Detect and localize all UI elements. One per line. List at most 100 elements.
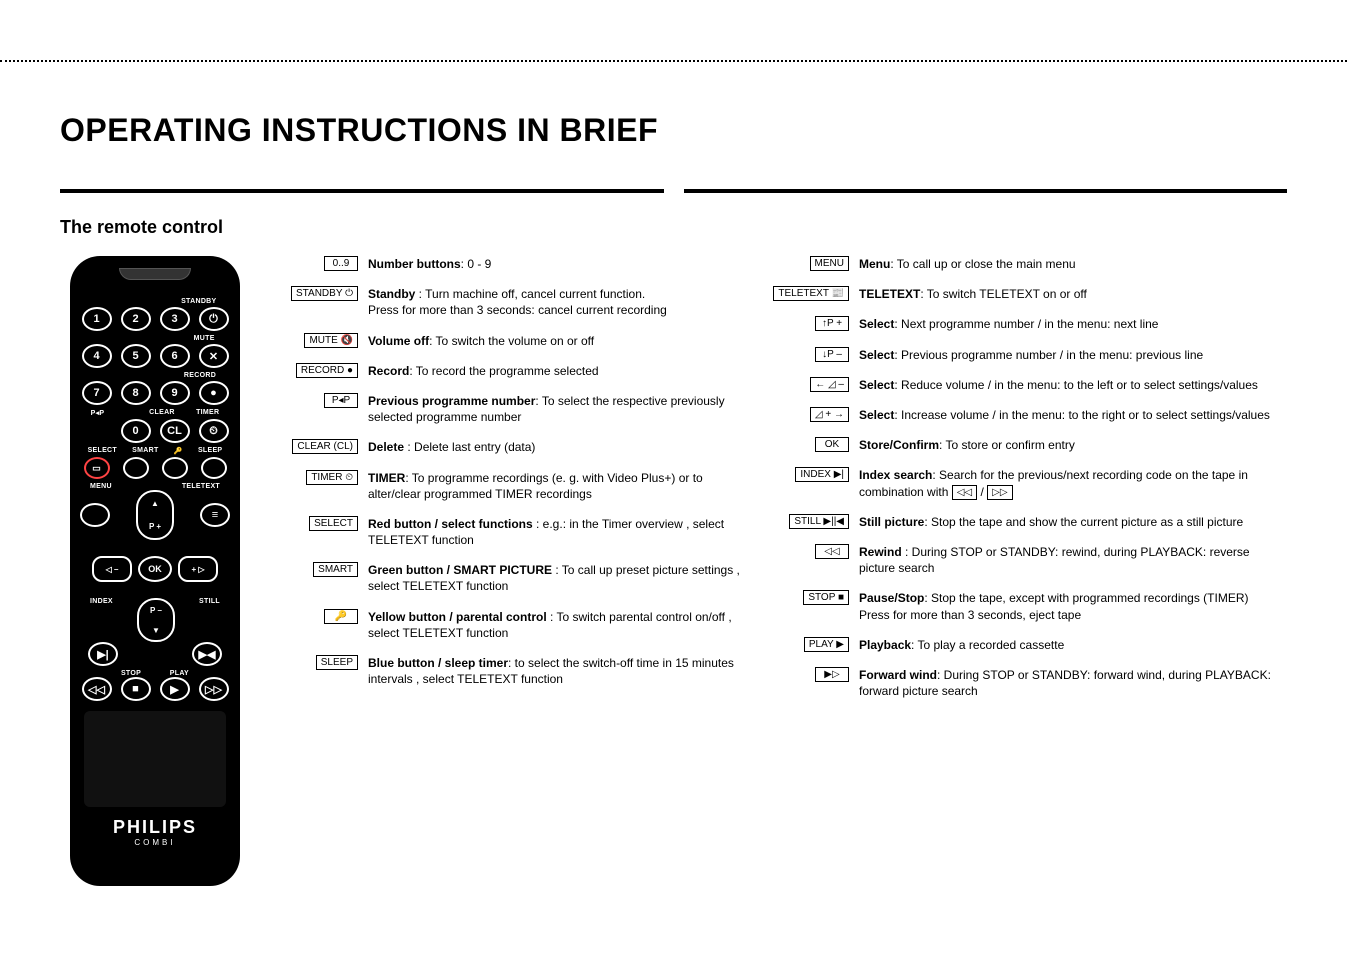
page-title: OPERATING INSTRUCTIONS IN BRIEF [60,112,1287,149]
description-title: Red button / select functions [368,517,533,531]
keycap: SLEEP [316,655,358,670]
right-row: ▶▷ Forward wind: During STOP or STANDBY: … [777,667,1287,699]
description-title: Playback [859,638,911,652]
description-text: Index search: Search for the previous/ne… [859,467,1287,500]
btn-fwd: ▷▷ [199,677,229,701]
label-menu: MENU [90,483,112,490]
btn-yellow [162,457,188,479]
description-text: Volume off: To switch the volume on or o… [368,333,594,349]
description-title: Pause/Stop [859,591,924,605]
dotted-rule [0,60,1347,62]
btn-p-down: P –▼ [137,598,175,642]
label-stop: STOP [121,670,141,677]
keycap: CLEAR (CL) [292,439,358,454]
right-row: INDEX ▶| Index search: Search for the pre… [777,467,1287,500]
description-text: Still picture: Stop the tape and show th… [859,514,1243,530]
btn-2: 2 [121,307,151,331]
description-text: Store/Confirm: To store or confirm entry [859,437,1075,453]
description-title: Blue button / sleep timer [368,656,508,670]
description-text: Select: Previous programme number / in t… [859,347,1203,363]
keycap: ▶▷ [815,667,849,682]
description-text: TIMER: To programme recordings (e. g. wi… [368,470,751,502]
description-text: Delete : Delete last entry (data) [368,439,535,455]
description-text: Playback: To play a recorded cassette [859,637,1064,653]
keycap: TELETEXT 📰 [773,286,849,301]
left-row: RECORD ●Record: To record the programme … [286,363,751,379]
remote-brand: PHILIPS [70,817,240,838]
description-title: TELETEXT [859,287,920,301]
label-sleep: SLEEP [198,447,222,455]
header-rules [60,189,1287,193]
description-text: Number buttons: 0 - 9 [368,256,491,272]
description-text: Standby : Turn machine off, cancel curre… [368,286,667,318]
btn-4: 4 [82,344,112,368]
description-title: Index search [859,468,932,482]
keycap: STOP ■ [803,590,849,605]
right-row: STOP ■Pause/Stop: Stop the tape, except … [777,590,1287,622]
description-title: Select [859,408,894,422]
right-row: TELETEXT 📰TELETEXT: To switch TELETEXT o… [777,286,1287,302]
description-text: Record: To record the programme selected [368,363,599,379]
label-still: STILL [199,598,220,642]
description-text: Select: Increase volume / in the menu: t… [859,407,1270,423]
left-row: CLEAR (CL) Delete : Delete last entry (da… [286,439,751,455]
description-text: Yellow button / parental control : To sw… [368,609,751,641]
keycap: SMART [313,562,358,577]
label-parental: 🔑 [174,447,183,455]
keycap: ↑P + [815,316,849,331]
label-standby: STANDBY [181,298,216,305]
description-title: Volume off [368,334,429,348]
description-title: Rewind [859,545,902,559]
right-descriptions: MENUMenu: To call up or close the main m… [777,256,1287,886]
description-text: Rewind : During STOP or STANDBY: rewind,… [859,544,1287,576]
keycap: PLAY ▶ [804,637,849,652]
description-title: TIMER [368,471,405,485]
keycap: SELECT [309,516,358,531]
btn-vol-plus: + ▷ [178,556,218,582]
keycap: ◁◁ [815,544,849,559]
btn-vol-minus: ◁ – [92,556,132,582]
left-row: MUTE 🔇Volume off: To switch the volume o… [286,333,751,349]
right-row: ↑P + Select: Next programme number / in t… [777,316,1287,332]
keycap: TIMER ⏲ [306,470,358,485]
right-row: ↓P –Select: Previous programme number / … [777,347,1287,363]
description-title: Record [368,364,409,378]
left-row: SELECT Red button / select functions : e.… [286,516,751,548]
description-title: Green button / SMART PICTURE [368,563,552,577]
btn-1: 1 [82,307,112,331]
keycap: ← ◿ – [810,377,849,392]
keycap: STANDBY ⏻ [291,286,358,301]
description-title: Menu [859,257,890,271]
right-row: ◁◁ Rewind : During STOP or STANDBY: rewin… [777,544,1287,576]
description-text: Forward wind: During STOP or STANDBY: fo… [859,667,1287,699]
inline-keycap: ▷▷ [987,485,1012,500]
btn-5: 5 [121,344,151,368]
description-text: TELETEXT: To switch TELETEXT on or off [859,286,1087,302]
btn-timer: ⏲ [199,419,229,443]
remote-display [84,711,226,807]
remote-brand-sub: COMBI [70,838,240,847]
btn-standby: ⏻ [199,307,229,331]
description-title: Select [859,378,894,392]
btn-p-updown: ▲P + [136,490,174,540]
description-title: Previous programme number [368,394,535,408]
btn-0: 0 [121,419,151,443]
description-title: Yellow button / parental control [368,610,547,624]
keycap: INDEX ▶| [795,467,849,482]
description-title: Delete [368,440,404,454]
label-teletext: TELETEXT [182,483,220,490]
left-row: P◂PPrevious programme number: To select … [286,393,751,425]
left-row: STANDBY ⏻ Standby : Turn machine off, can… [286,286,751,318]
description-text: Blue button / sleep timer: to select the… [368,655,751,687]
remote-control-illustration: ...STANDBY 123⏻ ...MUTE 456✕ ...RECORD 7… [70,256,240,886]
description-text: Select: Next programme number / in the m… [859,316,1158,332]
btn-record: ● [199,381,229,405]
description-title: Store/Confirm [859,438,939,452]
description-text: Red button / select functions : e.g.: in… [368,516,751,548]
btn-mute: ✕ [199,344,229,368]
right-row: ◿ + →Select: Increase volume / in the me… [777,407,1287,423]
btn-3: 3 [160,307,190,331]
btn-still: ▶◀ [192,642,222,666]
btn-index: ▶| [88,642,118,666]
description-text: Select: Reduce volume / in the menu: to … [859,377,1258,393]
